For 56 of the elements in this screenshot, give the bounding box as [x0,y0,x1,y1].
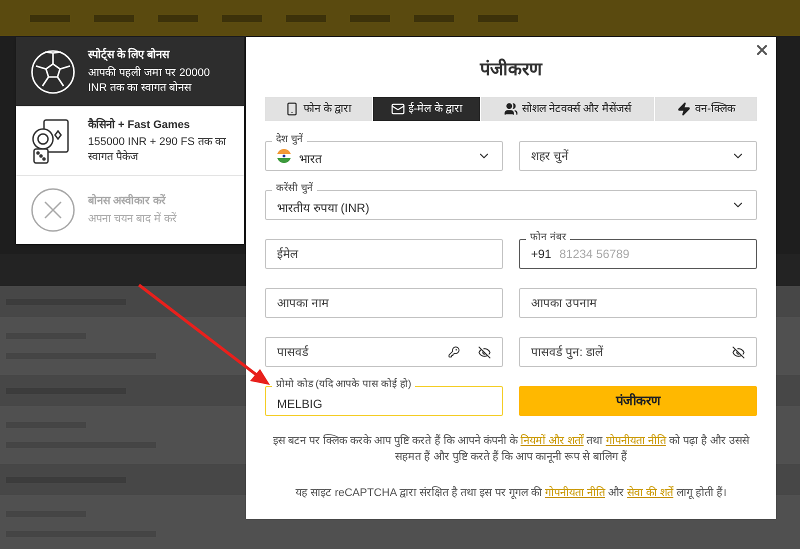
nav-blur [478,14,518,22]
tab[interactable]: वन-क्लिक [655,97,757,121]
select-field[interactable]: शहर चुनें [519,141,757,171]
soccer-ball-icon [30,48,76,94]
bonus-description: आपकी पहली जमा पर 20000 INR तक का स्वागत बोनस [88,66,211,96]
nav-blur [94,14,134,22]
bonus-option[interactable]: स्पोर्ट्स के लिए बोनस आपकी पहली जमा पर 20000 INR तक का स्वागत बोनस [16,37,244,106]
field-value: MELBIG [277,396,324,413]
input-field[interactable]: आपका उपनाम [519,288,757,318]
lightning-icon [677,102,692,116]
input-field[interactable]: ईमेल [265,239,503,269]
close-icon[interactable] [754,42,770,58]
tab[interactable]: सोशल नेटवर्क्स और मैसेंजर्स [480,97,654,121]
users-icon [504,102,518,116]
close-circle-icon [30,187,76,233]
field-input[interactable]: पासवर्ड [277,343,440,361]
field-value: भारत [299,151,323,168]
phone-prefix: +91 [531,246,552,263]
phone-icon [285,102,300,116]
field-label: प्रोमो कोड (यदि आपके पास कोई हो) [272,379,416,391]
field-input[interactable]: आपका उपनाम [531,294,745,312]
field-input[interactable]: शहर चुनें [531,147,723,165]
field-label: देश चुनें [272,134,307,146]
mail-icon [390,102,405,116]
input-field[interactable]: +91 81234 56789 [519,239,757,269]
field-input[interactable]: पासवर्ड पुन: डालें [531,343,724,361]
bonus-title: स्पोर्ट्स के लिए बोनस [88,47,171,64]
bonus-title: बोनस अस्वीकार करें [88,193,168,210]
terms-notice-text: इस बटन पर क्लिक करके आप पुष्टि करते हैं कि आपने कंपनी के नियमों और शर्तों तथा गोपनीयता नीति को पढ़ा है और उससे सहमत हैं और पुष्टि करते हैं कि आप कानूनी रूप से बालिग हैं [272,433,751,465]
register-button[interactable]: पंजीकरण [519,386,757,416]
nav-blur [414,14,454,22]
hide-password-icon[interactable] [478,346,491,358]
key-icon[interactable] [448,346,460,358]
bonus-description: 155000 INR + 290 FS तक का स्वागत पैकेज [88,135,227,166]
field-label: करेंसी चुनें [272,183,317,195]
field-input[interactable]: आपका नाम [277,294,491,312]
nav-blur [222,14,262,22]
nav-blur [30,14,70,22]
input-field[interactable]: पासवर्ड पुन: डालें [519,337,757,367]
field-value: भारतीय रुपया (INR) [277,200,370,217]
tab[interactable]: फोन के द्वारा [265,97,372,121]
input-field[interactable]: पासवर्ड [265,337,503,367]
bonus-description: अपना चयन बाद में करें [88,212,178,227]
hide-password-icon[interactable] [732,346,745,358]
nav-blur [158,14,198,22]
bonus-option[interactable]: कैसिनो + Fast Games 155000 INR + 290 FS तक का स्वागत पैकेज [16,106,244,175]
field-input[interactable]: ईमेल [277,245,491,263]
tab[interactable]: ई-मेल के द्वारा [372,97,480,121]
nav-blur [350,14,390,22]
field-input[interactable]: 81234 56789 [559,245,745,263]
input-field[interactable]: आपका नाम [265,288,503,318]
recaptcha-notice-text: यह साइट reCAPTCHA द्वारा संरक्षित है तथा इस पर गूगल की गोपनीयता नीति और सेवा की शर्तें लागू होती हैं। [294,485,728,501]
bonus-title: कैसिनो + Fast Games [88,116,191,133]
dialog-title: पंजीकरण [478,58,544,81]
india-flag-icon [277,149,291,163]
nav-blur [286,14,326,22]
